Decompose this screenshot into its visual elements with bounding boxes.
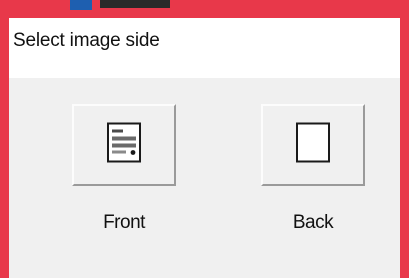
background-window-strip [0,0,409,18]
select-image-side-dialog: Select image side Front Back [9,18,400,278]
background-app-text [100,0,170,8]
card-front-icon [102,121,146,170]
back-label: Back [292,212,334,233]
card-back-icon [291,121,335,170]
dialog-title: Select image side [13,30,160,51]
title-divider [9,74,400,78]
dialog-titlebar: Select image side [9,18,400,74]
back-side-button[interactable] [261,104,365,186]
front-side-button[interactable] [72,104,176,186]
front-label: Front [103,212,145,233]
background-app-icon [70,0,92,10]
